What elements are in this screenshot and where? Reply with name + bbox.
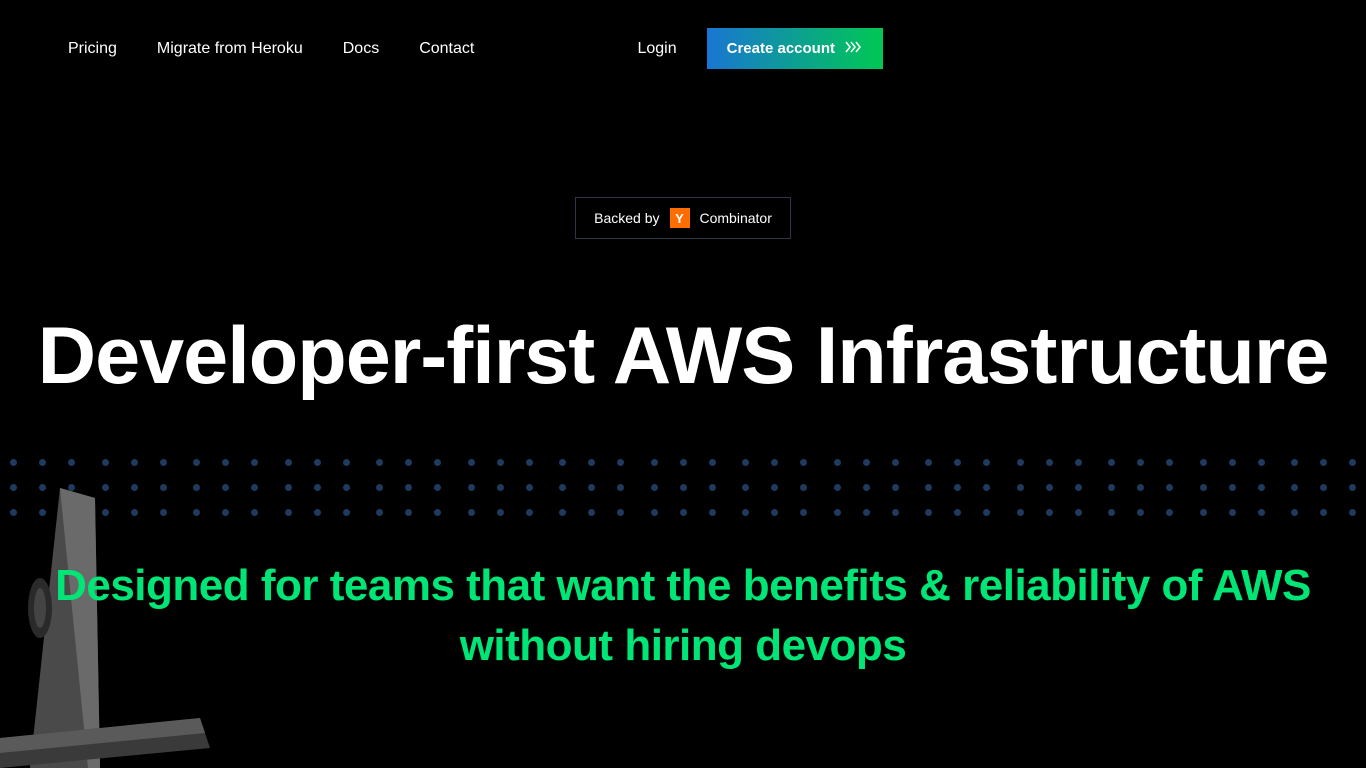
create-account-button[interactable]: Create account	[707, 28, 883, 69]
nav-right-group: Login Create account	[637, 28, 883, 69]
nav-contact[interactable]: Contact	[419, 40, 474, 58]
login-link[interactable]: Login	[637, 40, 676, 58]
nav-left-group: Pricing Migrate from Heroku Docs Contact	[68, 40, 474, 58]
nav-docs[interactable]: Docs	[343, 40, 379, 58]
badge-suffix: Combinator	[700, 210, 772, 226]
hero-title: Developer-first AWS Infrastructure	[0, 307, 1366, 406]
yc-logo-icon: Y	[670, 208, 690, 228]
chevron-right-icon	[845, 40, 863, 57]
create-account-label: Create account	[727, 40, 835, 57]
badge-prefix: Backed by	[594, 210, 659, 226]
hero-subtitle: Designed for teams that want the benefit…	[0, 556, 1366, 676]
nav-pricing[interactable]: Pricing	[68, 40, 117, 58]
yc-badge: Backed by Y Combinator	[575, 197, 791, 239]
nav-migrate[interactable]: Migrate from Heroku	[157, 40, 303, 58]
badge-container: Backed by Y Combinator	[0, 197, 1366, 239]
main-nav: Pricing Migrate from Heroku Docs Contact…	[0, 0, 1366, 97]
